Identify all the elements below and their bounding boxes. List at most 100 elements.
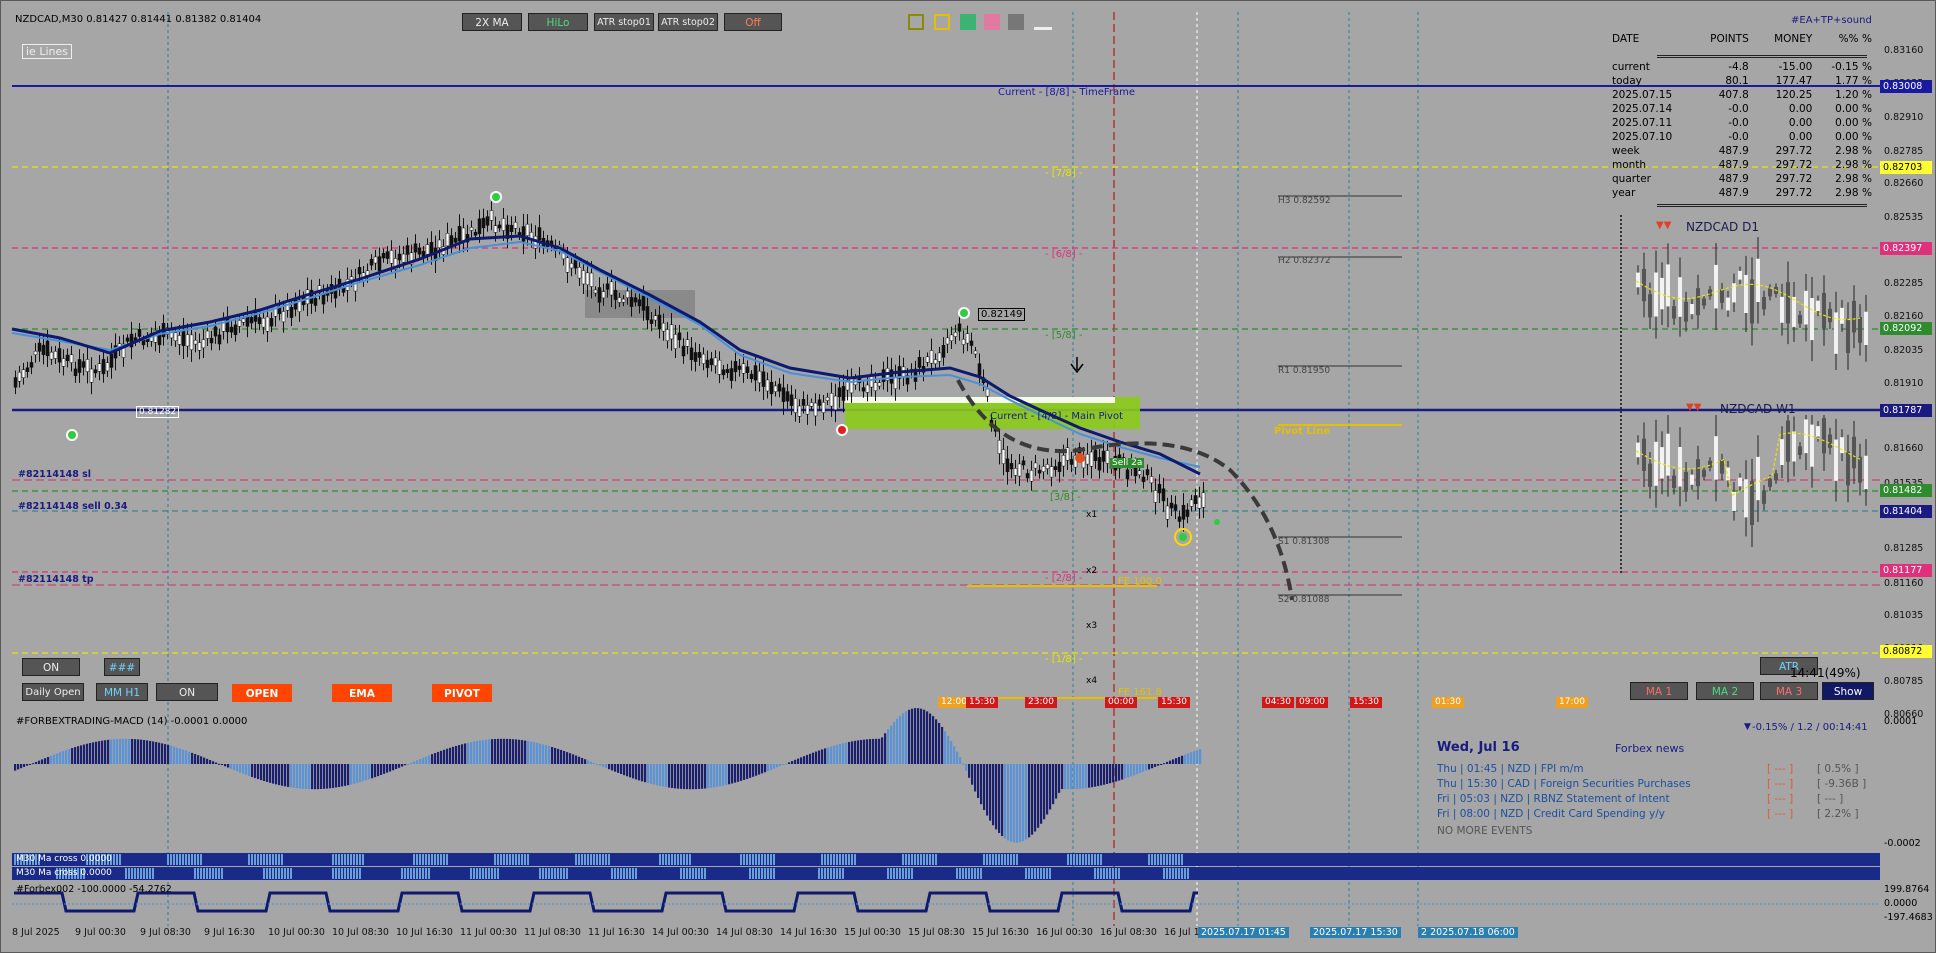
ma-cross-bar	[932, 868, 934, 879]
ema-button[interactable]: EMA	[332, 684, 392, 702]
ma-cross-bar	[710, 868, 712, 879]
show-button[interactable]: Show	[1822, 682, 1874, 700]
hash-button[interactable]: ###	[104, 658, 140, 676]
candle-body	[41, 344, 46, 355]
color-swatch-gray[interactable]	[1008, 14, 1024, 30]
lines-toggle[interactable]: ie Lines	[22, 44, 72, 59]
ma-cross-bar	[419, 854, 421, 865]
macd-bar	[1079, 764, 1082, 789]
ma-cross-bar	[644, 868, 646, 879]
ma-cross-bar	[614, 854, 616, 865]
candle-body	[45, 340, 50, 357]
ma-cross-bar	[884, 854, 886, 865]
ma-cross-bar	[848, 868, 850, 879]
hilo-button[interactable]: HiLo	[528, 13, 588, 31]
ma-cross-bar	[1103, 868, 1105, 879]
ma-cross-bar	[419, 868, 421, 879]
mini-candle-body	[1744, 479, 1748, 518]
macd-bar	[926, 711, 929, 764]
ma-cross-bar	[233, 868, 235, 879]
ma3-button[interactable]: MA 3	[1760, 682, 1818, 700]
open-button[interactable]: OPEN	[232, 684, 292, 702]
ma-cross-bar	[635, 868, 637, 879]
on-button[interactable]: ON	[22, 658, 80, 676]
ma-cross-bar	[1082, 854, 1084, 865]
macd-bar	[725, 764, 728, 785]
macd-bar	[617, 764, 620, 773]
news-item[interactable]: Fri | 08:00 | NZD | Credit Card Spending…	[1437, 807, 1859, 822]
ma-cross-bar	[380, 868, 382, 879]
ma-cross-bar	[944, 868, 946, 879]
candle-body	[977, 363, 982, 376]
dropdown-icon[interactable]: ▼	[1744, 722, 1751, 732]
mm-h1-button[interactable]: MM H1	[96, 683, 148, 701]
off-button[interactable]: Off	[724, 13, 782, 31]
ma-cross-bar	[383, 854, 385, 865]
macd-bar	[938, 722, 941, 764]
2xma-button[interactable]: 2X MA	[462, 13, 522, 31]
macd-bar	[803, 756, 806, 764]
candle-body	[1189, 499, 1194, 507]
macd-bar	[500, 738, 503, 764]
ma-cross-bar	[728, 854, 730, 865]
ma-cross-bar	[173, 854, 175, 865]
macd-bar	[1097, 764, 1100, 787]
ma-cross-bar	[1115, 854, 1117, 865]
ma-cross-bar	[407, 868, 409, 879]
ma-cross-bar	[119, 868, 121, 879]
candle-body	[1009, 463, 1014, 470]
mini-candle-body	[1810, 298, 1814, 341]
ma-cross-bar	[899, 854, 901, 865]
macd-bar	[752, 764, 755, 777]
ma-cross-bar	[272, 854, 274, 865]
ma-cross-bar	[392, 854, 394, 865]
on-toggle-button[interactable]: ON	[156, 683, 218, 701]
ma-cross-bar	[1142, 854, 1144, 865]
news-item[interactable]: Thu | 01:45 | NZD | FPI m/m[ --- ][ 0.5%…	[1437, 762, 1859, 777]
pivot-button[interactable]: PIVOT	[432, 684, 492, 702]
color-swatch-green[interactable]	[960, 14, 976, 30]
atr-stop01-button[interactable]: ATR stop01	[594, 13, 654, 31]
candle-body	[73, 368, 78, 377]
color-swatch-pink[interactable]	[984, 14, 1000, 30]
ma1-button[interactable]: MA 1	[1630, 682, 1688, 700]
news-item[interactable]: Thu | 15:30 | CAD | Foreign Securities P…	[1437, 777, 1866, 792]
candle-body	[289, 307, 294, 318]
macd-bar	[194, 753, 197, 764]
atr-stop02-button[interactable]: ATR stop02	[658, 13, 718, 31]
macd-bar	[146, 740, 149, 764]
line-swatch[interactable]	[1034, 27, 1052, 30]
time-tag: 15:30	[1158, 697, 1190, 708]
ma-cross-bar	[575, 868, 577, 879]
macd-bar	[950, 741, 953, 764]
mini-candle-body	[1648, 294, 1652, 318]
ma-cross-bar	[317, 868, 319, 879]
ma-cross-bar	[1118, 854, 1120, 865]
macd-bar	[722, 764, 725, 786]
daily-open-button[interactable]: Daily Open	[22, 683, 84, 701]
color-swatch-olive[interactable]	[908, 14, 924, 30]
ma-cross-bar	[311, 854, 313, 865]
macd-bar	[437, 751, 440, 764]
candle-body	[621, 298, 626, 303]
candle-body	[209, 337, 214, 344]
mini-candle-body	[1726, 297, 1730, 311]
level-2-8-label: - [2/8] -	[1045, 573, 1083, 584]
ma-cross-bar	[953, 854, 955, 865]
ma-cross-bar	[1169, 854, 1171, 865]
ma-cross-bar	[536, 854, 538, 865]
ma-cross-bar	[563, 854, 565, 865]
ma2-button[interactable]: MA 2	[1696, 682, 1754, 700]
ma-cross-bar	[866, 854, 868, 865]
macd-bar	[647, 764, 650, 784]
candle-body	[933, 359, 938, 365]
mini-candle-body	[1696, 459, 1700, 487]
macd-bar	[407, 763, 410, 765]
macd-bar	[875, 738, 878, 764]
ma-cross-bar	[140, 868, 142, 879]
news-item[interactable]: Fri | 05:03 | NZD | RBNZ Statement of In…	[1437, 792, 1857, 807]
ma-cross-bar	[956, 868, 958, 879]
macd-bar	[908, 709, 911, 764]
macd-bar	[140, 739, 143, 764]
color-swatch-yellow[interactable]	[934, 14, 950, 30]
